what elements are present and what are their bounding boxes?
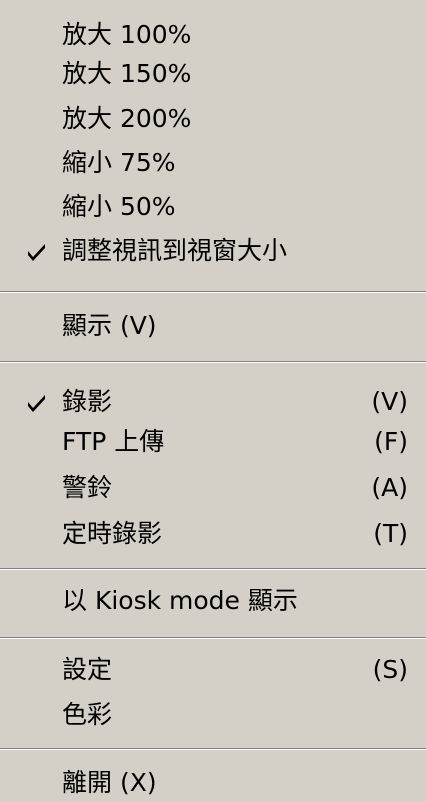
menu-item-alarm[interactable]: 警鈴 (A) bbox=[0, 470, 426, 506]
context-menu: 放大 100% 放大 150% 放大 200% 縮小 75% 縮小 50% 調整… bbox=[0, 0, 426, 801]
menu-item-label: 放大 100% bbox=[62, 20, 192, 49]
checkmark-icon bbox=[28, 395, 45, 412]
menu-item-label: 放大 200% bbox=[62, 104, 192, 133]
menu-item-shrink-50[interactable]: 縮小 50% bbox=[0, 189, 426, 225]
menu-item-shortcut: (A) bbox=[371, 473, 408, 502]
menu-item-shortcut: (S) bbox=[372, 655, 408, 684]
menu-separator bbox=[0, 637, 426, 639]
menu-item-zoom-200[interactable]: 放大 200% bbox=[0, 101, 426, 137]
menu-item-exit[interactable]: 離開 (X) bbox=[0, 765, 426, 801]
menu-item-label: 縮小 50% bbox=[62, 192, 176, 221]
menu-item-label: 定時錄影 bbox=[62, 519, 163, 548]
menu-item-shortcut: (V) bbox=[371, 387, 408, 416]
menu-item-fit-window[interactable]: 調整視訊到視窗大小 bbox=[0, 233, 426, 269]
menu-item-display[interactable]: 顯示 (V) bbox=[0, 308, 426, 344]
menu-item-color[interactable]: 色彩 bbox=[0, 697, 426, 733]
menu-item-label: 縮小 75% bbox=[62, 148, 176, 177]
menu-item-label: 錄影 bbox=[62, 387, 113, 416]
menu-item-label: 以 Kiosk mode 顯示 bbox=[62, 586, 298, 615]
menu-separator bbox=[0, 361, 426, 363]
menu-item-shortcut: (F) bbox=[374, 427, 408, 456]
menu-item-label: 離開 (X) bbox=[62, 768, 157, 797]
menu-item-zoom-150[interactable]: 放大 150% bbox=[0, 56, 426, 92]
menu-item-shrink-75[interactable]: 縮小 75% bbox=[0, 145, 426, 181]
menu-item-kiosk-display[interactable]: 以 Kiosk mode 顯示 bbox=[0, 583, 426, 619]
menu-separator bbox=[0, 568, 426, 570]
checkmark-icon bbox=[28, 244, 45, 261]
menu-item-label: 設定 bbox=[62, 655, 113, 684]
menu-item-settings[interactable]: 設定 (S) bbox=[0, 652, 426, 688]
menu-item-record[interactable]: 錄影 (V) bbox=[0, 384, 426, 420]
menu-item-label: 警鈴 bbox=[62, 473, 113, 502]
menu-item-scheduled-record[interactable]: 定時錄影 (T) bbox=[0, 516, 426, 552]
menu-item-shortcut: (T) bbox=[373, 519, 408, 548]
menu-item-ftp-upload[interactable]: FTP 上傳 (F) bbox=[0, 424, 426, 460]
menu-item-label: 顯示 (V) bbox=[62, 311, 157, 340]
menu-item-label: FTP 上傳 bbox=[62, 427, 165, 456]
menu-item-zoom-100[interactable]: 放大 100% bbox=[0, 17, 426, 53]
menu-item-label: 調整視訊到視窗大小 bbox=[62, 236, 288, 265]
menu-item-label: 色彩 bbox=[62, 700, 113, 729]
menu-separator bbox=[0, 748, 426, 750]
menu-item-label: 放大 150% bbox=[62, 59, 192, 88]
menu-separator bbox=[0, 291, 426, 293]
